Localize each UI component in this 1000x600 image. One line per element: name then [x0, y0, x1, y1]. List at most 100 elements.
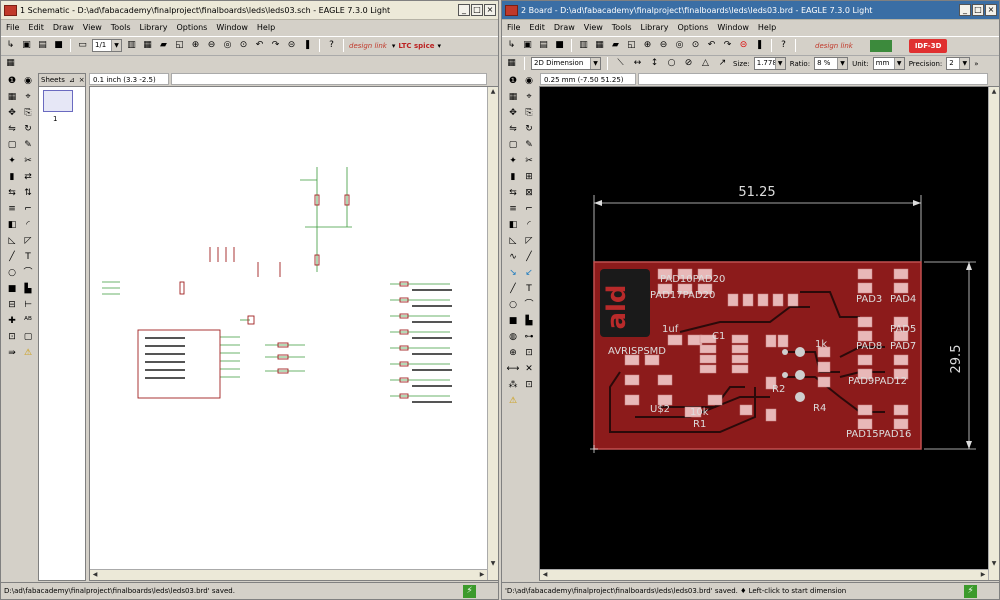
schematic-horizontal-scrollbar[interactable]: ◀ ▶ — [90, 569, 487, 580]
redo-icon[interactable]: ↷ — [721, 39, 734, 52]
menu-draw[interactable]: Draw — [554, 23, 575, 32]
scroll-up-icon[interactable]: ▲ — [989, 87, 999, 97]
label-icon[interactable]: ᴬᴮ — [20, 313, 36, 329]
junction-icon[interactable]: ✚ — [4, 313, 20, 329]
gateswap-icon[interactable]: ⇅ — [20, 185, 36, 201]
schematic-command-line[interactable] — [171, 73, 487, 85]
size-field[interactable]: 1.778 ▼ — [753, 57, 786, 70]
menu-edit[interactable]: Edit — [529, 23, 545, 32]
zoom-fit-icon[interactable]: ◱ — [173, 39, 186, 52]
menu-file[interactable]: File — [6, 23, 19, 32]
rect-icon[interactable]: ■ — [4, 281, 20, 297]
sheet-thumbnail[interactable] — [43, 90, 73, 112]
menu-tools[interactable]: Tools — [111, 23, 131, 32]
line-icon[interactable]: ╱ — [505, 281, 521, 297]
info-icon[interactable]: ❶ — [4, 73, 20, 89]
mark-icon[interactable]: ⌖ — [521, 89, 537, 105]
menu-tools[interactable]: Tools — [612, 23, 632, 32]
zoom-out-icon[interactable]: ⊖ — [205, 39, 218, 52]
scroll-right-icon[interactable]: ▶ — [978, 570, 988, 580]
menu-edit[interactable]: Edit — [28, 23, 44, 32]
dim-diameter-icon[interactable]: ⊘ — [682, 57, 695, 70]
zoom-select-icon[interactable]: ⊙ — [689, 39, 702, 52]
zoom-redraw-icon[interactable]: ◎ — [673, 39, 686, 52]
paste-icon[interactable]: ✦ — [505, 153, 521, 169]
mark-icon[interactable]: ⌖ — [20, 89, 36, 105]
net-icon[interactable]: ⊢ — [20, 297, 36, 313]
zoom-in-icon[interactable]: ⊕ — [641, 39, 654, 52]
menu-window[interactable]: Window — [216, 23, 248, 32]
schematic-icon[interactable]: ▰ — [609, 39, 622, 52]
ltc-spice-logo[interactable]: LTC spice — [398, 42, 434, 50]
menu-help[interactable]: Help — [257, 23, 275, 32]
grid-icon[interactable]: ▦ — [505, 57, 518, 70]
schematic-title-bar[interactable]: 1 Schematic - D:\ad\fabacademy\finalproj… — [1, 1, 498, 20]
rotate-icon[interactable]: ↻ — [20, 121, 36, 137]
menu-view[interactable]: View — [584, 23, 603, 32]
meander-icon[interactable]: ∿ — [505, 249, 521, 265]
route-icon[interactable]: ╱ — [521, 249, 537, 265]
smash-icon[interactable]: ◧ — [505, 217, 521, 233]
wire-icon[interactable]: ╱ — [4, 249, 20, 265]
dimension-icon[interactable]: ▢ — [20, 329, 36, 345]
circle-icon[interactable]: ○ — [505, 297, 521, 313]
grid-icon[interactable]: ▦ — [4, 57, 17, 70]
zoom-out-icon[interactable]: ⊖ — [657, 39, 670, 52]
drc-icon[interactable]: ⊡ — [521, 377, 537, 393]
mirror-icon[interactable]: ⇋ — [4, 121, 20, 137]
sheet-icon[interactable]: ▭ — [76, 39, 89, 52]
restore-icon[interactable]: □ — [972, 4, 984, 16]
invoke-icon[interactable]: ◸ — [20, 233, 36, 249]
autorouter-icon[interactable]: ⁂ — [505, 377, 521, 393]
minimize-icon[interactable]: _ — [458, 4, 470, 16]
display-icon[interactable]: ▦ — [4, 89, 20, 105]
display-icon[interactable]: ▦ — [505, 89, 521, 105]
lock2-icon[interactable]: ⊠ — [521, 185, 537, 201]
close-icon[interactable]: × — [985, 4, 997, 16]
menu-help[interactable]: Help — [758, 23, 776, 32]
help-icon[interactable]: ? — [777, 39, 790, 52]
paste-icon[interactable]: ✦ — [4, 153, 20, 169]
script-icon[interactable]: ▥ — [577, 39, 590, 52]
polygon-icon[interactable]: ▙ — [20, 281, 36, 297]
group-icon[interactable]: ▢ — [505, 137, 521, 153]
zoom-in-icon[interactable]: ⊕ — [189, 39, 202, 52]
menu-library[interactable]: Library — [140, 23, 168, 32]
cam-icon[interactable]: ■ — [553, 39, 566, 52]
info-icon[interactable]: ❶ — [505, 73, 521, 89]
ratsnest-icon[interactable]: ✕ — [521, 361, 537, 377]
sheet-select[interactable]: 1/1 ▼ — [92, 39, 122, 52]
menu-library[interactable]: Library — [641, 23, 669, 32]
replace-icon[interactable]: ⇆ — [4, 185, 20, 201]
print-icon[interactable]: ▤ — [537, 39, 550, 52]
board-title-bar[interactable]: 2 Board - D:\ad\fabacademy\finalproject\… — [502, 1, 999, 20]
go-status-icon[interactable]: ⚡ — [964, 585, 977, 598]
ulp-icon[interactable]: ▦ — [141, 39, 154, 52]
schematic-canvas[interactable]: ▲ ▼ ◀ ▶ — [89, 86, 498, 581]
hole-icon[interactable]: ⊕ — [505, 345, 521, 361]
change-icon[interactable]: ✎ — [20, 137, 36, 153]
rotate-icon[interactable]: ↻ — [521, 121, 537, 137]
replace-icon[interactable]: ⇆ — [505, 185, 521, 201]
miter-icon[interactable]: ◜ — [20, 217, 36, 233]
text-icon[interactable]: T — [521, 281, 537, 297]
polygon-icon[interactable]: ▙ — [521, 313, 537, 329]
save-icon[interactable]: ▣ — [521, 39, 534, 52]
value-icon[interactable]: ⌐ — [20, 201, 36, 217]
more-options-icon[interactable]: » — [974, 60, 978, 68]
precision-select[interactable]: 2 ▼ — [946, 57, 971, 70]
minimize-icon[interactable]: _ — [959, 4, 971, 16]
menu-file[interactable]: File — [507, 23, 520, 32]
split-icon[interactable]: ◺ — [4, 233, 20, 249]
undo-icon[interactable]: ↶ — [705, 39, 718, 52]
attribute-icon[interactable]: ⊡ — [4, 329, 20, 345]
help-icon[interactable]: ? — [325, 39, 338, 52]
dim-radius-icon[interactable]: ○ — [665, 57, 678, 70]
add-icon[interactable]: ▮ — [505, 169, 521, 185]
open-icon[interactable]: ↳ — [4, 39, 17, 52]
show-icon[interactable]: ◉ — [20, 73, 36, 89]
dim-angle-icon[interactable]: △ — [699, 57, 712, 70]
value-icon[interactable]: ⌐ — [521, 201, 537, 217]
errors-icon[interactable]: ⚠ — [20, 345, 36, 361]
dim-horizontal-icon[interactable]: ↔ — [631, 57, 644, 70]
